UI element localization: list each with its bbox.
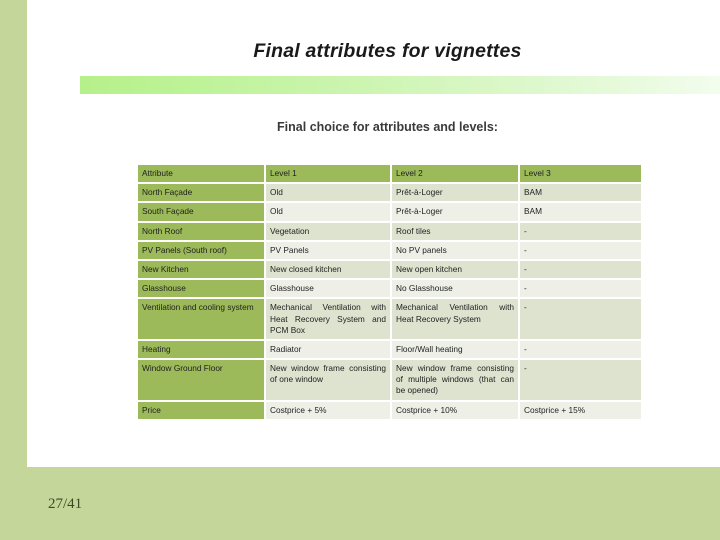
cell-attribute: South Façade	[138, 203, 264, 221]
attributes-table: Attribute Level 1 Level 2 Level 3 North …	[136, 163, 643, 421]
column-header-level-2: Level 2	[392, 165, 518, 183]
subtitle: Final choice for attributes and levels:	[277, 120, 498, 134]
cell-level-1: Glasshouse	[266, 280, 390, 298]
cell-level-2: New open kitchen	[392, 260, 518, 279]
cell-attribute: North Roof	[138, 222, 264, 240]
cell-level-1: Costprice + 5%	[266, 401, 390, 419]
cell-level-1: Mechanical Ventilation with Heat Recover…	[266, 299, 390, 339]
cell-attribute: North Façade	[138, 184, 264, 202]
attributes-table-body: Attribute Level 1 Level 2 Level 3 North …	[138, 165, 641, 419]
cell-level-2: Mechanical Ventilation with Heat Recover…	[392, 299, 518, 339]
cell-level-1: Old	[266, 184, 390, 202]
cell-level-3: -	[520, 360, 641, 400]
cell-level-3: -	[520, 299, 641, 339]
cell-level-2: No PV panels	[392, 241, 518, 259]
cell-level-3: -	[520, 241, 641, 259]
cell-level-1: PV Panels	[266, 241, 390, 259]
cell-level-3: -	[520, 280, 641, 298]
slide-canvas: Final attributes for vignettes Final cho…	[0, 0, 720, 540]
cell-level-1: Radiator	[266, 340, 390, 359]
table-row: New Kitchen New closed kitchen New open ki…	[138, 260, 641, 279]
cell-level-2: New window frame consisting of multiple …	[392, 360, 518, 400]
cell-level-3: -	[520, 260, 641, 279]
table-row: Glasshouse Glasshouse No Glasshouse -	[138, 280, 641, 298]
column-header-attribute: Attribute	[138, 165, 264, 183]
cell-level-2: No Glasshouse	[392, 280, 518, 298]
cell-level-1: Vegetation	[266, 222, 390, 240]
table-row: South Façade Old Prêt-à-Loger BAM	[138, 203, 641, 221]
cell-level-2: Floor/Wall heating	[392, 340, 518, 359]
cell-level-2: Prêt-à-Loger	[392, 203, 518, 221]
table-row: Window Ground Floor New window frame cons…	[138, 360, 641, 400]
cell-level-1: New closed kitchen	[266, 260, 390, 279]
table-row: North Roof Vegetation Roof tiles -	[138, 222, 641, 240]
cell-level-2: Roof tiles	[392, 222, 518, 240]
cell-level-1: New window frame consisting of one windo…	[266, 360, 390, 400]
page-number: 27/41	[48, 496, 83, 512]
cell-level-2: Costprice + 10%	[392, 401, 518, 419]
cell-level-1: Old	[266, 203, 390, 221]
page-title: Final attributes for vignettes	[253, 40, 522, 62]
cell-attribute: Window Ground Floor	[138, 360, 264, 400]
cell-attribute: New Kitchen	[138, 260, 264, 279]
cell-attribute: PV Panels (South roof)	[138, 241, 264, 259]
cell-attribute: Price	[138, 401, 264, 419]
title-divider-bar	[80, 76, 720, 94]
cell-level-3: -	[520, 340, 641, 359]
table-row: PV Panels (South roof) PV Panels No PV pan…	[138, 241, 641, 259]
cell-level-2: Prêt-à-Loger	[392, 184, 518, 202]
table-row: Ventilation and cooling system Mechanical…	[138, 299, 641, 339]
table-row: Heating Radiator Floor/Wall heating -	[138, 340, 641, 359]
column-header-level-3: Level 3	[520, 165, 641, 183]
table-row: Price Costprice + 5% Costprice + 10% Costpr…	[138, 401, 641, 419]
cell-level-3: BAM	[520, 184, 641, 202]
cell-attribute: Heating	[138, 340, 264, 359]
cell-level-3: -	[520, 222, 641, 240]
cell-level-3: Costprice + 15%	[520, 401, 641, 419]
cell-level-3: BAM	[520, 203, 641, 221]
column-header-level-1: Level 1	[266, 165, 390, 183]
cell-attribute: Ventilation and cooling system	[138, 299, 264, 339]
table-header-row: Attribute Level 1 Level 2 Level 3	[138, 165, 641, 183]
cell-attribute: Glasshouse	[138, 280, 264, 298]
table-row: North Façade Old Prêt-à-Loger BAM	[138, 184, 641, 202]
